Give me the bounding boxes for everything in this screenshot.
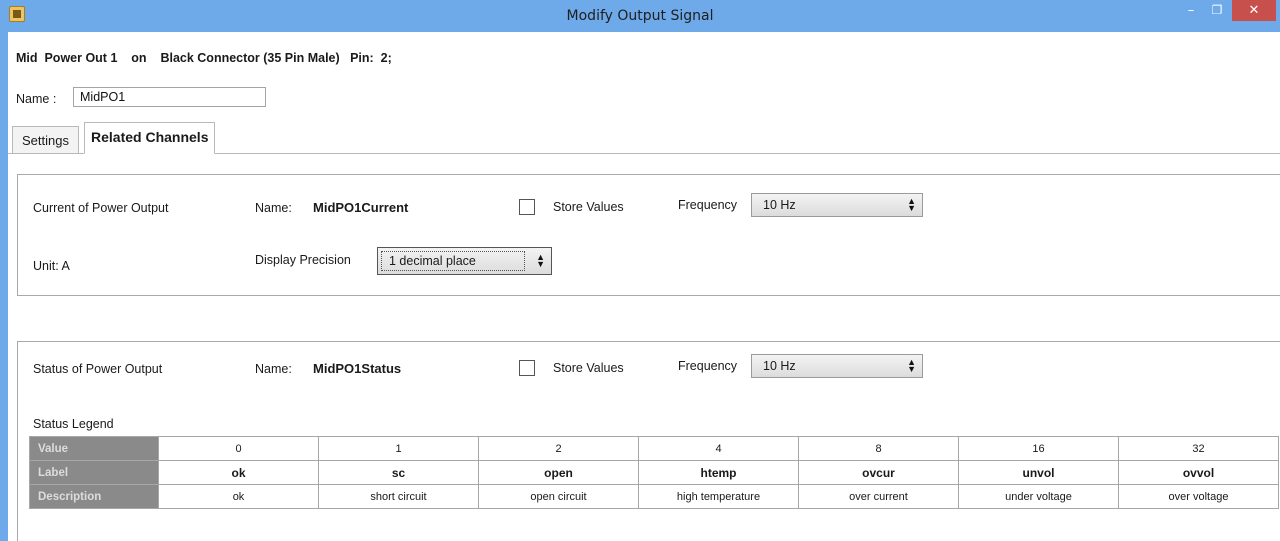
legend-description-cell: over current [798,484,959,509]
close-button[interactable]: ✕ [1232,0,1276,21]
legend-description-cell: short circuit [318,484,479,509]
row-header-value: Value [29,436,159,461]
up-down-arrows-icon: ▲ ▼ [536,248,545,274]
status-store-values-checkbox[interactable] [519,360,535,376]
legend-label-row: Label ok sc open htemp ovcur unvol ovvol [29,460,1279,485]
status-name-label: Name: [255,362,292,376]
up-down-arrows-icon: ▲ ▼ [907,355,916,377]
status-frequency-label: Frequency [678,359,738,373]
current-frequency-label: Frequency [678,198,738,212]
display-precision-select[interactable]: 1 decimal place ▲ ▼ [377,247,552,275]
current-channel-title: Current of Power Output [33,201,169,215]
legend-description-cell: ok [158,484,319,509]
legend-description-cell: open circuit [478,484,639,509]
legend-label-cell: ovvol [1118,460,1279,485]
legend-value-cell: 2 [478,436,639,461]
legend-label-cell: ok [158,460,319,485]
legend-description-cell: over voltage [1118,484,1279,509]
legend-description-cell: under voltage [958,484,1119,509]
legend-value-cell: 8 [798,436,959,461]
legend-description-row: Description ok short circuit open circui… [29,484,1279,509]
current-name-label: Name: [255,201,292,215]
current-store-values-checkbox[interactable] [519,199,535,215]
status-frequency-select[interactable]: 10 Hz ▲ ▼ [751,354,923,378]
tab-related-channels[interactable]: Related Channels [84,122,216,154]
legend-label-cell: open [478,460,639,485]
current-frequency-value: 10 Hz [763,198,796,212]
legend-label-cell: htemp [638,460,799,485]
up-down-arrows-icon: ▲ ▼ [907,194,916,216]
legend-label-cell: sc [318,460,479,485]
row-header-label: Label [29,460,159,485]
legend-label-cell: unvol [958,460,1119,485]
current-channel-panel [17,174,1280,296]
current-unit: Unit: A [33,259,70,273]
tab-settings[interactable]: Settings [12,126,79,153]
legend-value-cell: 16 [958,436,1119,461]
window-title: Modify Output Signal [566,8,714,24]
up-down-arrows-icon: ▲ ▼ [907,357,916,375]
name-label: Name : [16,92,57,106]
status-legend-table: Value 0 1 2 4 8 16 32 Label ok sc open h… [29,436,1279,509]
legend-value-row: Value 0 1 2 4 8 16 32 [29,436,1279,461]
window-frame-left [0,32,8,541]
up-down-arrows-icon: ▲ ▼ [536,252,545,270]
current-name-value: MidPO1Current [313,200,409,215]
legend-value-cell: 32 [1118,436,1279,461]
display-precision-value: 1 decimal place [389,254,476,268]
status-name-value: MidPO1Status [313,361,402,376]
name-input[interactable] [73,87,266,107]
status-frequency-value: 10 Hz [763,359,796,373]
up-down-arrows-icon: ▲ ▼ [907,196,916,214]
signal-summary: Mid Power Out 1 on Black Connector (35 P… [16,51,392,65]
maximize-button[interactable]: ❐ [1204,0,1230,21]
display-precision-label: Display Precision [255,253,351,267]
status-store-values-label: Store Values [553,361,624,375]
title-bar: Modify Output Signal – ❐ ✕ [0,0,1280,32]
legend-value-cell: 4 [638,436,799,461]
current-frequency-select[interactable]: 10 Hz ▲ ▼ [751,193,923,217]
legend-value-cell: 1 [318,436,479,461]
row-header-description: Description [29,484,159,509]
status-channel-title: Status of Power Output [33,362,163,376]
status-legend-title: Status Legend [33,417,114,431]
legend-description-cell: high temperature [638,484,799,509]
minimize-button[interactable]: – [1178,0,1204,21]
legend-value-cell: 0 [158,436,319,461]
legend-label-cell: ovcur [798,460,959,485]
current-store-values-label: Store Values [553,200,624,214]
